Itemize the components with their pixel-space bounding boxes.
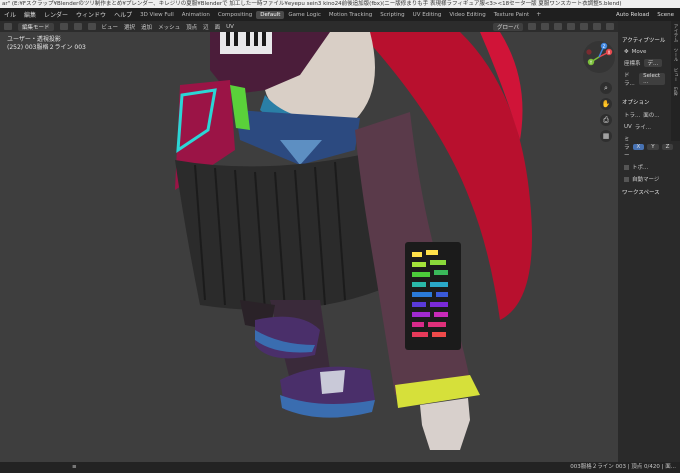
workspace-header[interactable]: ワークスペース xyxy=(618,185,671,199)
transform-affect-label: トラ... xyxy=(624,113,641,119)
sidebar-tab-view[interactable]: ビュー xyxy=(671,65,679,85)
header-menu-view[interactable]: ビュー xyxy=(102,23,119,31)
axis-label: 座標系 xyxy=(624,61,641,67)
mirror-label: ミラー xyxy=(624,137,630,159)
workspace-tab-motiontracking[interactable]: Motion Tracking xyxy=(325,11,376,19)
header-menu-mesh[interactable]: メッシュ xyxy=(158,23,180,31)
transform-orientation-dropdown[interactable]: グローバ xyxy=(493,22,523,31)
auto-merge-checkbox[interactable] xyxy=(624,176,629,182)
menu-render[interactable]: レンダー xyxy=(40,10,72,19)
shading-material-icon[interactable] xyxy=(606,22,614,30)
options-header[interactable]: オプション xyxy=(618,95,671,109)
workspace-tab-gamelogic[interactable]: Game Logic xyxy=(284,11,325,19)
sidebar-tabs: アイテム ツール ビュー Edit xyxy=(671,21,680,141)
uv-label: UV xyxy=(624,124,632,130)
status-stats: 003服格２ライン 003 | 頂点 0/420 | 面... xyxy=(570,464,676,470)
sidebar-tab-tool[interactable]: ツール xyxy=(671,45,679,65)
workspace-tab-default[interactable]: Default xyxy=(256,10,285,19)
active-tool-name: Move xyxy=(631,49,647,55)
status-menu-icon[interactable]: ≡ xyxy=(72,462,77,473)
xray-icon[interactable] xyxy=(580,22,588,30)
move-tool-icon: ✥ xyxy=(624,49,629,55)
gizmo-x-label: X xyxy=(608,50,611,55)
header-menu-uv[interactable]: UV xyxy=(226,24,234,30)
viewport-info: ユーザー・透視投影 (252) 003服格２ライン 003 xyxy=(7,36,86,52)
transform-affect-value[interactable]: 面の... xyxy=(643,111,659,119)
menu-help[interactable]: ヘルプ xyxy=(110,10,136,19)
workspace-tab-uvediting[interactable]: UV Editing xyxy=(409,11,446,19)
window-title: ar" (E:¥Fスクラップ¥Blenderのツリ制作まとめ¥プレンダー、キレジ… xyxy=(0,0,680,8)
header-menu-vertex[interactable]: 頂点 xyxy=(186,23,197,31)
auto-merge-label: 自動マージ xyxy=(632,177,660,183)
sidebar-tab-item[interactable]: アイテム xyxy=(671,21,679,45)
topology-mirror-label: トポ... xyxy=(632,165,649,171)
proportional-edit-icon[interactable] xyxy=(554,22,562,30)
scene-selector[interactable]: Scene xyxy=(657,12,674,18)
workspace-tab-3dview[interactable]: 3D View Full xyxy=(136,11,178,19)
projection-label: ユーザー・透視投影 xyxy=(7,36,61,43)
gizmo-z-label: Z xyxy=(603,44,606,49)
perspective-toggle-icon[interactable]: ▦ xyxy=(600,130,612,142)
sidebar-tab-edit[interactable]: Edit xyxy=(671,84,678,99)
object-label: (252) 003服格２ライン 003 xyxy=(7,44,86,51)
zoom-icon[interactable]: ⌕ xyxy=(600,82,612,94)
workspace-tab-texturepaint[interactable]: Texture Paint xyxy=(490,11,534,19)
add-workspace-button[interactable]: + xyxy=(533,11,544,18)
axis-dropdown[interactable]: デ... xyxy=(643,59,663,67)
overlay-icon[interactable] xyxy=(567,22,575,30)
navigation-gizmo[interactable]: X Z Y xyxy=(582,40,616,74)
viewport-header: 編集モード ビュー 選択 追加 メッシュ 頂点 辺 面 UV グローバ xyxy=(0,21,618,32)
sidebar-n-panel: アイテム ツール ビュー Edit アクティブツール ✥ Move 座標系 デ.… xyxy=(618,21,680,462)
gizmo-y-label: Y xyxy=(589,60,593,65)
active-tool-header[interactable]: アクティブツール xyxy=(618,33,671,47)
drag-dropdown[interactable]: Select ... xyxy=(639,73,665,85)
top-menubar: イル 編集 レンダー ウィンドウ ヘルプ 3D View Full Animat… xyxy=(0,8,680,21)
menu-edit[interactable]: 編集 xyxy=(20,10,40,19)
uv-value[interactable]: ライ... xyxy=(635,123,651,131)
select-edge-icon[interactable] xyxy=(73,23,82,30)
select-face-icon[interactable] xyxy=(87,23,96,30)
workspace-tab-compositing[interactable]: Compositing xyxy=(214,11,256,19)
drag-label: ドラ... xyxy=(624,73,635,87)
header-menu-edge[interactable]: 辺 xyxy=(203,23,209,31)
mirror-z-toggle[interactable]: Z xyxy=(661,144,674,150)
character-model-render xyxy=(175,32,532,450)
menu-window[interactable]: ウィンドウ xyxy=(72,10,110,19)
workspace-tab-videoediting[interactable]: Video Editing xyxy=(445,11,489,19)
editor-type-icon[interactable] xyxy=(4,23,12,30)
camera-view-icon[interactable]: ⎙ xyxy=(600,114,612,126)
header-menu-face[interactable]: 面 xyxy=(215,23,221,31)
menu-file[interactable]: イル xyxy=(0,10,20,19)
header-menu-select[interactable]: 選択 xyxy=(124,23,135,31)
snap-icon[interactable] xyxy=(541,22,549,30)
3d-viewport[interactable]: ユーザー・透視投影 (252) 003服格２ライン 003 X Z Y ⌕ ✋ … xyxy=(0,32,618,462)
pan-hand-icon[interactable]: ✋ xyxy=(600,98,612,110)
mode-dropdown[interactable]: 編集モード xyxy=(18,22,54,31)
select-vertex-icon[interactable] xyxy=(59,23,68,30)
header-menu-add[interactable]: 追加 xyxy=(141,23,152,31)
status-bar: ≡ 003服格２ライン 003 | 頂点 0/420 | 面... xyxy=(0,462,680,473)
shading-solid-icon[interactable] xyxy=(593,22,601,30)
workspace-tab-animation[interactable]: Animation xyxy=(178,11,214,19)
gizmo-neg-x-axis[interactable] xyxy=(586,49,592,55)
active-tool-row[interactable]: ✥ Move xyxy=(618,47,671,57)
mirror-y-toggle[interactable]: Y xyxy=(647,144,659,150)
topology-mirror-checkbox[interactable] xyxy=(624,164,629,170)
workspace-tab-scripting[interactable]: Scripting xyxy=(376,11,408,19)
pivot-icon[interactable] xyxy=(528,22,536,30)
auto-reload-toggle[interactable]: Auto Reload xyxy=(616,12,649,18)
mirror-x-toggle[interactable]: X xyxy=(632,144,645,150)
